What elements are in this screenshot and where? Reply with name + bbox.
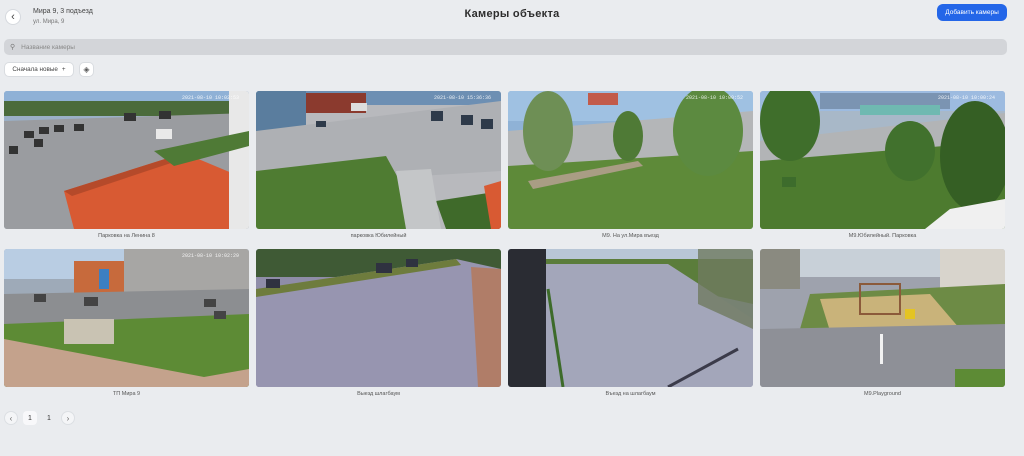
camera-name: М9. На ул.Мира въезд <box>602 233 659 239</box>
pagination: ‹ 1 1 › <box>4 411 75 425</box>
page-number[interactable]: 1 <box>23 411 37 425</box>
camera-timestamp: 2021-08-10 10:00:52 <box>685 95 743 101</box>
camera-card[interactable]: 2021-08-10 10:02:53 Парковка на Ленина 8 <box>4 91 249 239</box>
layers-button[interactable]: ◈ <box>79 62 94 77</box>
plus-icon: + <box>61 66 66 73</box>
add-cameras-button[interactable]: Добавить камеры <box>937 4 1007 21</box>
camera-preview[interactable] <box>256 249 501 387</box>
camera-timestamp: 2021-08-10 10:02:29 <box>181 253 239 259</box>
prev-page-button[interactable]: ‹ <box>4 411 18 425</box>
camera-name: M9.Playground <box>864 391 901 397</box>
camera-timestamp: 2021-08-10 15:36:36 <box>433 95 491 101</box>
camera-name: Выезд шлагбаум <box>357 391 400 397</box>
camera-card[interactable]: 2021-08-10 15:36:36 парковка Юбилейный <box>256 91 501 239</box>
camera-timestamp: 2021-08-10 10:02:53 <box>181 95 239 101</box>
next-page-button[interactable]: › <box>61 411 75 425</box>
chevron-left-icon: ‹ <box>9 413 13 423</box>
camera-preview[interactable] <box>508 249 753 387</box>
camera-timestamp: 2021-08-10 10:00:24 <box>937 95 995 101</box>
page-number[interactable]: 1 <box>42 411 56 425</box>
search-bar[interactable]: ⚲ <box>4 39 1007 55</box>
camera-card[interactable]: Въезд на шлагбаум <box>508 249 753 397</box>
search-icon: ⚲ <box>10 44 16 51</box>
camera-name: парковка Юбилейный <box>350 233 407 239</box>
camera-card[interactable]: 2021-08-10 10:00:24 М9.Юбилейный. Парков… <box>760 91 1005 239</box>
camera-name: ТП Мира 9 <box>112 391 141 397</box>
camera-preview[interactable]: 2021-08-10 10:02:29 <box>4 249 249 387</box>
camera-card[interactable]: M9.Playground <box>760 249 1005 397</box>
search-input[interactable] <box>19 42 1007 52</box>
chevron-right-icon: › <box>66 413 70 423</box>
camera-name: Въезд на шлагбаум <box>605 391 656 397</box>
camera-preview[interactable]: 2021-08-10 10:00:52 <box>508 91 753 229</box>
page-title: Камеры объекта <box>464 8 560 20</box>
sort-button[interactable]: Сначала новые + <box>4 62 74 77</box>
camera-card[interactable]: Выезд шлагбаум <box>256 249 501 397</box>
sort-label: Сначала новые <box>12 66 58 73</box>
layers-icon: ◈ <box>83 65 90 74</box>
camera-preview[interactable]: 2021-08-10 10:02:53 <box>4 91 249 229</box>
camera-name: Парковка на Ленина 8 <box>98 233 155 239</box>
camera-preview[interactable]: 2021-08-10 10:00:24 <box>760 91 1005 229</box>
camera-card[interactable]: 2021-08-10 10:02:29 ТП Мира 9 <box>4 249 249 397</box>
camera-preview[interactable] <box>760 249 1005 387</box>
camera-name: М9.Юбилейный. Парковка <box>848 233 917 239</box>
header: ‹ Мира 9, 3 подъезд ул. Мира, 9 Камеры о… <box>0 0 1024 30</box>
camera-card[interactable]: 2021-08-10 10:00:52 М9. На ул.Мира въезд <box>508 91 753 239</box>
camera-preview[interactable]: 2021-08-10 15:36:36 <box>256 91 501 229</box>
